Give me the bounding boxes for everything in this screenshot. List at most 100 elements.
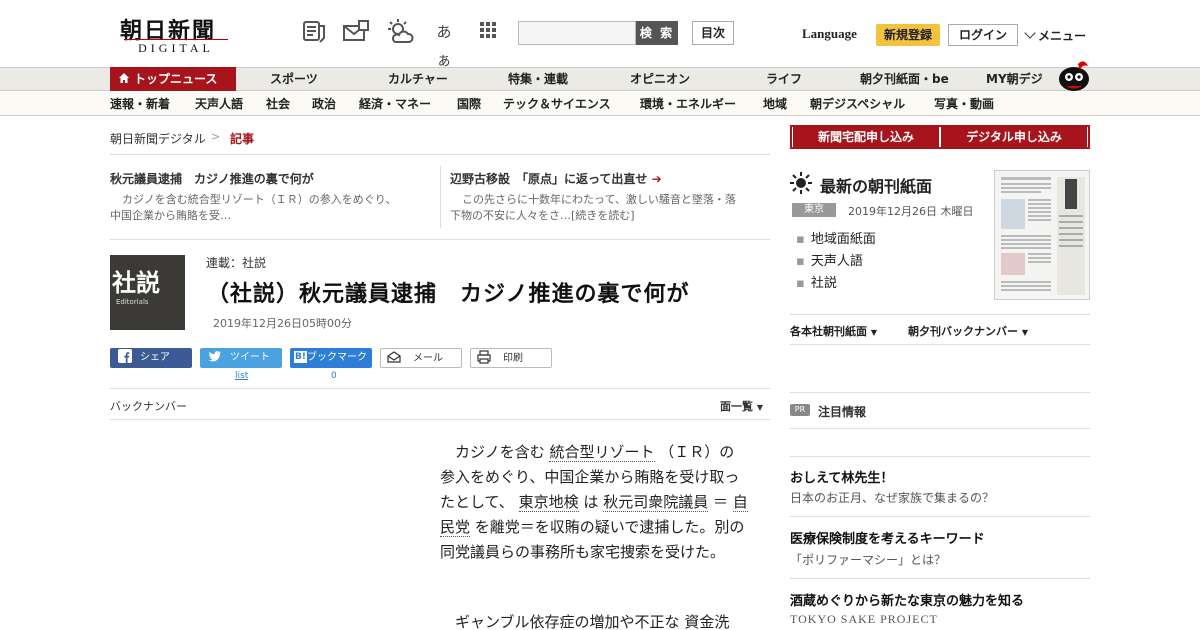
- nav-breaking[interactable]: 速報・新着: [110, 92, 170, 116]
- pr-item-title[interactable]: 医療保険制度を考えるキーワード: [790, 528, 985, 547]
- latest-paper-title[interactable]: 最新の朝刊紙面: [820, 173, 932, 197]
- teaser-body-line: カジノを含む統合型リゾート（ＩＲ）の参入をめぐり、: [122, 193, 397, 206]
- nav-culture[interactable]: カルチャー: [388, 67, 448, 91]
- register-button[interactable]: 新規登録: [876, 24, 940, 46]
- bullet-icon: ▪: [796, 254, 805, 269]
- digital-apply-button[interactable]: デジタル申し込み: [941, 127, 1087, 147]
- teaser-body: この先さらに十数年にわたって、激しい騒音と墜落・落 下物の不安に人々をさ…[続き…: [450, 192, 782, 224]
- hatena-bookmark-button[interactable]: B!ブックマーク: [290, 348, 372, 368]
- pr-item-subtitle[interactable]: 「ポリファーマシー」とは？: [790, 551, 946, 568]
- teaser-title[interactable]: 秋元議員逮捕 カジノ推進の裏で何が: [110, 170, 314, 187]
- paper-link-regional[interactable]: ▪ 地域面紙面: [796, 228, 876, 247]
- paper-link-tenseijingo[interactable]: ▪ 天声人語: [796, 250, 863, 269]
- divider: [110, 388, 770, 389]
- nav-region[interactable]: 地域: [763, 92, 787, 116]
- regional-paper-dropdown[interactable]: 各本社朝刊紙面 ▼: [790, 323, 877, 339]
- mail-share-button[interactable]: メール: [380, 348, 462, 368]
- nav-special[interactable]: 朝デジスペシャル: [810, 92, 905, 116]
- bullet-icon: ▪: [796, 232, 805, 247]
- divider: [110, 239, 770, 240]
- body-text: ギャンブル依存症の増加や不正な: [455, 613, 680, 630]
- nav-politics[interactable]: 政治: [312, 92, 336, 116]
- search-input[interactable]: [518, 21, 636, 45]
- breadcrumb-separator: >: [211, 130, 221, 143]
- series-label[interactable]: 連載：社説: [206, 254, 266, 271]
- nav-international[interactable]: 国際: [457, 92, 481, 116]
- arrow-right-icon: ➔: [651, 172, 662, 186]
- nav-life[interactable]: ライフ: [766, 67, 802, 91]
- toc-button[interactable]: 目次: [692, 21, 734, 45]
- keyword-link[interactable]: 東京地検: [518, 493, 579, 512]
- printer-icon: [477, 350, 491, 364]
- paper-link-editorial[interactable]: ▪ 社説: [796, 272, 837, 291]
- font-size-icon[interactable]: あぁ: [430, 18, 458, 69]
- dropdown-label: 朝夕刊バックナンバー: [908, 325, 1018, 338]
- nav-sports[interactable]: スポーツ: [270, 67, 318, 91]
- dropdown-label: 各本社朝刊紙面: [790, 325, 867, 338]
- nav-tech[interactable]: テック＆サイエンス: [503, 92, 611, 116]
- article-paragraph: ギャンブル依存症の増加や不正な 資金洗: [440, 610, 748, 630]
- newspaper-front-page-image[interactable]: [994, 170, 1090, 300]
- home-delivery-button[interactable]: 新聞宅配申し込み: [793, 127, 939, 147]
- divider: [790, 392, 1090, 393]
- twitter-list-link[interactable]: list: [235, 371, 248, 381]
- nav-my-asadeji[interactable]: MY朝デジ: [986, 67, 1043, 91]
- site-logo-sub[interactable]: DIGITAL: [124, 39, 228, 56]
- body-text: は: [583, 493, 599, 511]
- teaser-body-line: 中国企業から賄賂を受…: [110, 209, 231, 222]
- teaser-title[interactable]: 辺野古移設 「原点」に返って出直せ ➔: [450, 170, 662, 187]
- home-icon: [119, 73, 129, 83]
- breadcrumb-home[interactable]: 朝日新聞デジタル: [110, 130, 206, 147]
- twitter-share-button[interactable]: ツイート: [200, 348, 282, 368]
- nav-environment[interactable]: 環境・エネルギー: [640, 92, 736, 116]
- nav-opinion[interactable]: オピニオン: [630, 67, 690, 91]
- thumbnail-en: Editorials: [116, 298, 149, 306]
- nav-top-news-label: トップニュース: [134, 72, 218, 86]
- teaser-body-line[interactable]: 下物の不安に人々をさ…[続きを読む]: [450, 208, 782, 224]
- pr-badge: PR: [790, 404, 810, 416]
- facebook-share-button[interactable]: シェア: [110, 348, 192, 368]
- paper-date: 2019年12月26日 木曜日: [848, 205, 974, 218]
- grid-icon[interactable]: [474, 18, 502, 46]
- sun-icon: [790, 172, 812, 198]
- hatena-bookmark-label: ブックマーク: [306, 352, 367, 363]
- nav-society[interactable]: 社会: [266, 92, 290, 116]
- pr-item-subtitle[interactable]: TOKYO SAKE PROJECT: [790, 612, 938, 627]
- menu-label: メニュー: [1038, 29, 1087, 43]
- nav-tenseijingo[interactable]: 天声人語: [195, 92, 243, 116]
- teaser-body-line: この先さらに十数年にわたって、激しい騒音と墜落・落: [462, 193, 736, 206]
- keyword-link[interactable]: 資金洗: [684, 613, 730, 630]
- pr-item-title[interactable]: 酒蔵めぐりから新たな東京の魅力を知る: [790, 590, 1024, 609]
- nav-paper[interactable]: 朝夕刊紙面・be: [860, 67, 949, 91]
- nav-economy[interactable]: 経済・マネー: [359, 92, 431, 116]
- weather-icon[interactable]: [386, 18, 414, 46]
- mascot-icon[interactable]: [1056, 58, 1092, 92]
- teaser-title-text: 辺野古移設 「原点」に返って出直せ: [450, 172, 648, 186]
- keyword-link[interactable]: 秋元司衆院議員: [603, 493, 709, 512]
- divider: [110, 154, 770, 155]
- language-link[interactable]: Language: [802, 26, 857, 42]
- facebook-share-label: シェア: [140, 352, 170, 363]
- paper-link-label: 社説: [810, 276, 837, 291]
- backnumber-dropdown[interactable]: 朝夕刊バックナンバー ▼: [908, 323, 1028, 339]
- pr-item-subtitle[interactable]: 日本のお正月、なぜ家族で集まるの？: [790, 489, 994, 506]
- pr-section-title: 注目情報: [818, 405, 867, 419]
- print-button[interactable]: 印刷: [470, 348, 552, 368]
- nav-photo-video[interactable]: 写真・動画: [934, 92, 994, 116]
- twitter-icon: [208, 351, 221, 362]
- divider: [790, 516, 1090, 517]
- nav-top-news[interactable]: トップニュース: [110, 67, 236, 91]
- editorial-thumbnail: 社説 Editorials: [110, 255, 185, 330]
- search-button[interactable]: 検 索: [636, 21, 678, 45]
- mail-icon[interactable]: [342, 18, 370, 46]
- page-list-dropdown[interactable]: 面一覧 ▼: [720, 398, 763, 414]
- back-number-link[interactable]: バックナンバー: [110, 398, 187, 414]
- nav-features[interactable]: 特集・連載: [508, 67, 568, 91]
- newspaper-icon[interactable]: [300, 18, 328, 46]
- mail-share-label: メール: [413, 353, 443, 364]
- menu-button[interactable]: メニュー: [1024, 27, 1087, 44]
- pr-item-title[interactable]: おしえて林先生！: [790, 467, 893, 486]
- divider: [790, 428, 1090, 429]
- login-button[interactable]: ログイン: [948, 24, 1018, 46]
- keyword-link[interactable]: 統合型リゾート: [549, 443, 655, 462]
